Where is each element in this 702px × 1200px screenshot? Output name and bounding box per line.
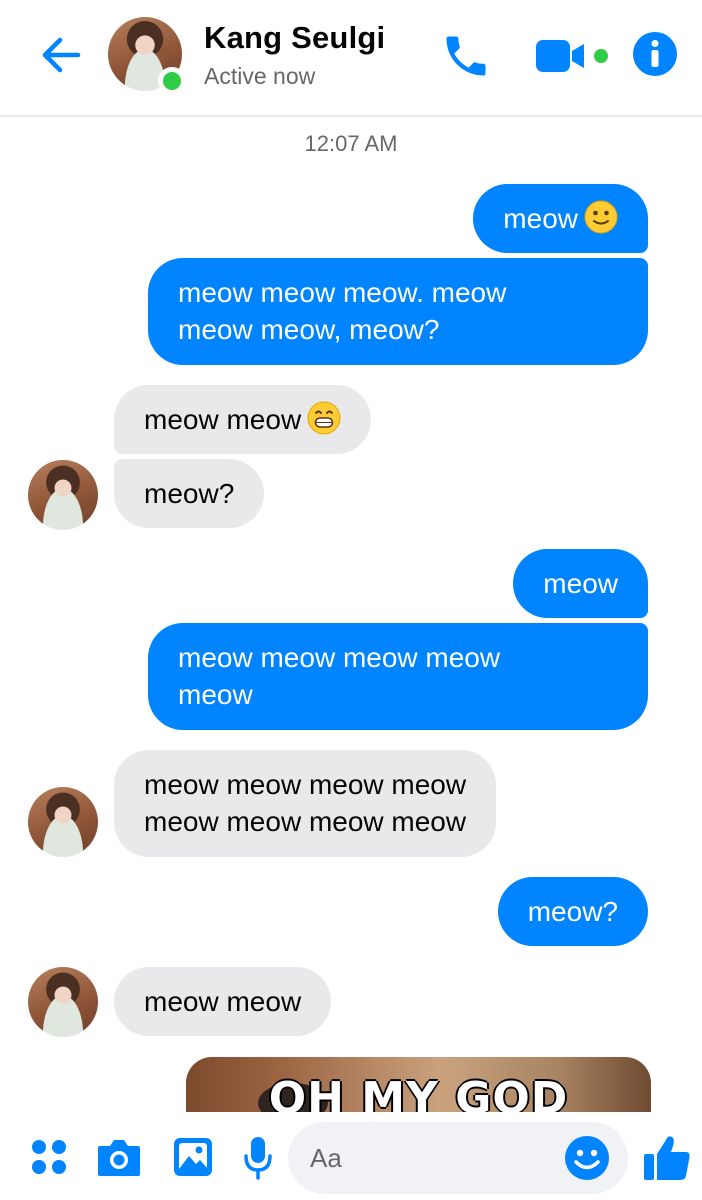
message-line: meow meow meow meow xyxy=(144,769,467,800)
message-line: meow meow meow meow xyxy=(178,642,501,673)
photo-icon[interactable] xyxy=(172,1136,214,1183)
back-arrow-icon[interactable] xyxy=(38,32,84,78)
outgoing-message[interactable]: meow xyxy=(513,549,648,618)
slightly-smiling-face-icon xyxy=(584,200,618,234)
incoming-message[interactable]: meow meow xyxy=(114,967,332,1036)
message-composer xyxy=(0,1112,702,1200)
thumbs-up-icon[interactable] xyxy=(642,1132,692,1187)
outgoing-message[interactable]: meow? xyxy=(497,877,648,946)
outgoing-message[interactable]: meow meow meow meow meow xyxy=(148,623,648,730)
phone-call-icon[interactable] xyxy=(440,30,492,82)
message-text: meow? xyxy=(527,896,618,927)
message-line: meow meow, meow? xyxy=(178,314,440,345)
chat-header: Kang Seulgi Active now xyxy=(0,0,702,117)
incoming-message[interactable]: meow meow xyxy=(114,385,372,454)
video-call-icon[interactable] xyxy=(534,36,612,76)
contact-avatar-small[interactable] xyxy=(28,967,98,1037)
outgoing-message[interactable]: meow xyxy=(473,184,648,253)
info-icon[interactable] xyxy=(632,31,678,77)
outgoing-image-message[interactable]: OH MY GOD xyxy=(186,1057,651,1117)
camera-icon[interactable] xyxy=(96,1136,142,1183)
microphone-icon[interactable] xyxy=(241,1134,275,1187)
message-text: meow? xyxy=(144,478,235,509)
emoji-icon[interactable] xyxy=(564,1135,610,1186)
message-text: meow xyxy=(503,203,578,234)
contact-name[interactable]: Kang Seulgi xyxy=(204,20,385,56)
message-text: meow xyxy=(543,568,618,599)
active-status: Active now xyxy=(204,63,316,89)
message-text: meow meow xyxy=(144,404,302,435)
grinning-face-icon xyxy=(307,401,341,435)
image-caption: OH MY GOD xyxy=(268,1073,569,1117)
message-timestamp: 12:07 AM xyxy=(304,131,398,156)
message-input[interactable] xyxy=(310,1122,570,1194)
contact-avatar-small[interactable] xyxy=(28,460,98,530)
contact-avatar[interactable] xyxy=(108,17,186,95)
online-status-dot xyxy=(158,67,186,95)
contact-avatar-small[interactable] xyxy=(28,787,98,857)
grid-icon[interactable] xyxy=(30,1138,68,1181)
message-line: meow meow meow. meow xyxy=(178,277,507,308)
incoming-message[interactable]: meow? xyxy=(114,459,265,528)
outgoing-message[interactable]: meow meow meow. meow meow meow, meow? xyxy=(148,258,648,365)
message-input-field[interactable] xyxy=(288,1122,628,1194)
message-text: meow meow xyxy=(144,986,302,1017)
message-line: meow xyxy=(178,679,253,710)
message-line: meow meow meow meow xyxy=(144,806,467,837)
incoming-message[interactable]: meow meow meow meow meow meow meow meow xyxy=(114,750,497,857)
